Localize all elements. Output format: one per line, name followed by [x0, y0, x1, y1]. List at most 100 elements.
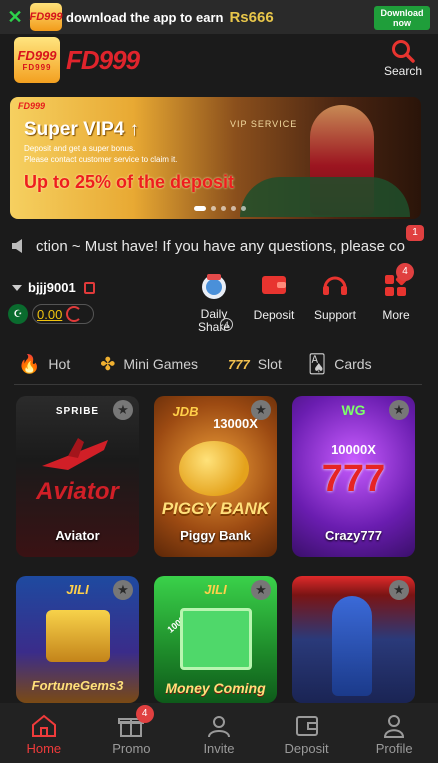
airplane-icon — [42, 438, 108, 470]
balance-value[interactable]: 0.00 — [37, 307, 62, 322]
nav-home-label: Home — [26, 741, 62, 756]
favorite-star-icon[interactable]: ★ — [251, 580, 271, 600]
tab-hot[interactable]: 🔥 Hot — [18, 354, 70, 375]
headset-icon — [323, 276, 347, 295]
banner-dot[interactable] — [231, 206, 236, 211]
daily-share-count: 4 — [220, 318, 233, 331]
banner-subtitle-1: Deposit and get a super bonus. — [24, 144, 136, 153]
tab-hot-label: Hot — [48, 356, 71, 372]
chevron-down-icon — [12, 284, 22, 291]
deposit-quick-button[interactable]: Deposit — [252, 272, 296, 322]
username: bjjj9001 — [28, 280, 76, 295]
game-card-cricket[interactable]: ★ — [292, 576, 415, 703]
game-multiplier: 10000X — [331, 442, 376, 457]
favorite-star-icon[interactable]: ★ — [113, 580, 133, 600]
announcement-marquee[interactable]: ction ~ Must have! If you have any quest… — [12, 234, 410, 258]
announcement-text: ction ~ Must have! If you have any quest… — [36, 237, 405, 255]
game-name: Aviator — [55, 528, 100, 543]
download-button[interactable]: Download now — [374, 6, 430, 30]
promo-banner[interactable]: FD999 Super VIP4 ↑ Deposit and get a sup… — [10, 97, 421, 219]
speaker-icon — [12, 239, 22, 253]
tab-cards[interactable]: 🂡 Cards — [308, 354, 372, 375]
game-card-fortune-gems-3[interactable]: JILI FortuneGems3 ★ — [16, 576, 139, 703]
game-name: Piggy Bank — [180, 528, 251, 543]
mini-games-icon: ✤ — [100, 353, 116, 374]
brand-logo[interactable]: FD999 FD999 — [14, 37, 60, 83]
balance-row: ☪ 0.00 — [8, 304, 94, 324]
temple-image — [46, 610, 110, 662]
deposit-quick-label: Deposit — [253, 308, 295, 322]
app-root: ✕ FD999 download the app to earn Rs666 D… — [0, 0, 438, 763]
home-icon — [31, 714, 56, 737]
search-label: Search — [383, 64, 422, 78]
nav-deposit-label: Deposit — [284, 741, 329, 756]
download-prompt-text: download the app to earn — [66, 9, 224, 25]
tab-mini-games[interactable]: ✤ Mini Games — [100, 354, 198, 375]
money-image — [180, 608, 252, 670]
brand-logo-sub: FD999 — [22, 63, 52, 72]
flame-icon: 🔥 — [18, 353, 41, 374]
game-card-piggy-bank[interactable]: JDB 13000X PIGGY BANK Piggy Bank ★ — [154, 396, 277, 557]
nav-deposit[interactable]: Deposit — [263, 703, 351, 763]
tab-slot-label: Slot — [257, 356, 282, 372]
favorite-star-icon[interactable]: ★ — [251, 400, 271, 420]
nav-profile[interactable]: Profile — [350, 703, 438, 763]
favorite-star-icon[interactable]: ★ — [389, 400, 409, 420]
daily-share-button[interactable]: Daily Share 4 — [190, 272, 238, 334]
username-row[interactable]: bjjj9001 — [12, 280, 95, 295]
pig-image — [179, 441, 249, 496]
close-icon[interactable]: ✕ — [0, 7, 30, 28]
download-reward-amount: Rs666 — [229, 8, 274, 26]
brand-logo-main: FD999 — [17, 48, 57, 63]
tab-slot[interactable]: 777 Slot — [228, 356, 282, 372]
banner-dot[interactable] — [241, 206, 246, 211]
nav-invite-label: Invite — [203, 741, 235, 756]
cricketer-image — [332, 596, 372, 696]
search-icon — [391, 40, 415, 63]
tab-mini-games-label: Mini Games — [123, 356, 198, 372]
game-card-aviator[interactable]: SPRIBE Aviator Aviator ★ — [16, 396, 139, 557]
search-button[interactable]: Search — [384, 38, 422, 78]
more-label: More — [382, 308, 410, 322]
banner-dot[interactable] — [194, 206, 206, 211]
game-art-title: PIGGY BANK — [161, 499, 270, 518]
slot-777-icon: 777 — [228, 356, 250, 372]
bottom-navigation: Home Promo 4 Invite Deposit Profile — [0, 703, 438, 763]
refresh-icon[interactable] — [66, 306, 83, 322]
balance-box: 0.00 — [32, 304, 94, 324]
support-button[interactable]: Support — [312, 272, 358, 322]
nav-promo[interactable]: Promo 4 — [88, 703, 176, 763]
banner-brand: FD999 — [18, 101, 46, 111]
banner-table-image — [240, 177, 410, 217]
category-tabs: 🔥 Hot ✤ Mini Games 777 Slot 🂡 Cards — [0, 346, 438, 382]
nav-invite[interactable]: Invite — [175, 703, 263, 763]
banner-offer: Up to 25% of the deposit — [24, 172, 235, 192]
nav-profile-label: Profile — [375, 741, 413, 756]
daily-share-icon — [202, 274, 226, 299]
deposit-wallet-icon — [295, 716, 318, 736]
banner-vip-sign: VIP SERVICE — [230, 119, 298, 129]
banner-pagination — [194, 206, 246, 211]
app-logo-small: FD999 — [29, 3, 63, 31]
nav-home[interactable]: Home — [0, 703, 88, 763]
favorite-star-icon[interactable]: ★ — [389, 580, 409, 600]
banner-dot[interactable] — [221, 206, 226, 211]
brand-wordmark: FD999 — [66, 44, 140, 75]
more-badge: 4 — [396, 263, 414, 281]
promo-badge: 4 — [135, 705, 154, 723]
wallet-icon — [262, 276, 286, 294]
game-card-crazy777[interactable]: WG 10000X 777 Crazy777 ★ — [292, 396, 415, 557]
message-badge[interactable]: 1 — [406, 225, 424, 241]
game-art-title: Aviator — [36, 478, 119, 505]
nav-promo-label: Promo — [112, 741, 151, 756]
copy-icon[interactable] — [83, 281, 95, 294]
favorite-star-icon[interactable]: ★ — [113, 400, 133, 420]
tab-cards-label: Cards — [334, 356, 372, 372]
tabs-divider — [14, 384, 422, 385]
support-label: Support — [313, 308, 357, 322]
profile-icon — [384, 715, 405, 738]
invite-icon — [207, 716, 230, 738]
banner-dot[interactable] — [211, 206, 216, 211]
game-card-money-coming[interactable]: JILI 10000X Money Coming ★ — [154, 576, 277, 703]
download-app-bar: ✕ FD999 download the app to earn Rs666 D… — [0, 0, 438, 34]
